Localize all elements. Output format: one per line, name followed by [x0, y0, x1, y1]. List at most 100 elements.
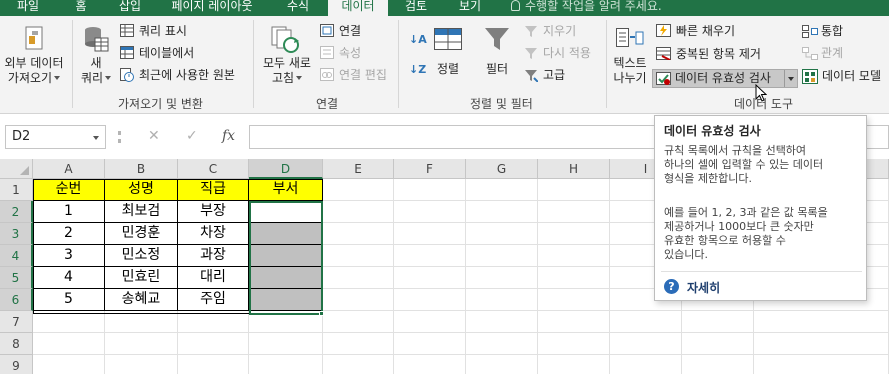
data-model-button[interactable]: 데이터 모델 [822, 69, 881, 83]
cell-a4[interactable]: 3 [33, 245, 105, 267]
tab-home[interactable]: 홈 [59, 0, 103, 16]
cell-h3[interactable] [538, 223, 610, 245]
cell-d2[interactable] [249, 201, 323, 223]
cell-c9[interactable] [178, 355, 249, 374]
cell-h8[interactable] [538, 333, 610, 355]
column-header-f[interactable]: F [394, 159, 466, 179]
chevron-down-icon[interactable] [788, 77, 794, 81]
cell-a1[interactable]: 순번 [33, 179, 105, 201]
cell-i8[interactable] [610, 333, 682, 355]
cell-f7[interactable] [394, 311, 466, 333]
cell-e8[interactable] [323, 333, 394, 355]
cell-e3[interactable] [323, 223, 394, 245]
cell-d8[interactable] [249, 333, 323, 355]
get-external-data-button[interactable]: 외부 데이터 가져오기 [2, 56, 66, 86]
cell-b6[interactable]: 송혜교 [105, 289, 178, 311]
column-header-h[interactable]: H [538, 159, 610, 179]
cell-c3[interactable]: 차장 [178, 223, 249, 245]
cell-d5[interactable] [249, 267, 323, 289]
cell-b8[interactable] [105, 333, 178, 355]
relationships-button[interactable]: 관계 [821, 46, 843, 60]
cell-i9[interactable] [610, 355, 682, 374]
from-table-button[interactable]: 테이블에서 [139, 46, 194, 60]
cell-c7[interactable] [178, 311, 249, 333]
cell-b1[interactable]: 성명 [105, 179, 178, 201]
tab-formulas[interactable]: 수식 [272, 0, 324, 16]
enter-entry-icon[interactable]: ✓ [186, 128, 198, 144]
cell-g7[interactable] [466, 311, 538, 333]
cell-d3[interactable] [249, 223, 323, 245]
data-validation-button[interactable]: 데이터 유효성 검사 [652, 69, 798, 88]
cell-c2[interactable]: 부장 [178, 201, 249, 223]
cell-a3[interactable]: 2 [33, 223, 105, 245]
connections-button[interactable]: 연결 [339, 24, 361, 38]
cell-f6[interactable] [394, 289, 466, 311]
cell-h1[interactable] [538, 179, 610, 201]
column-header-e[interactable]: E [323, 159, 394, 179]
show-queries-button[interactable]: 쿼리 표시 [139, 24, 187, 38]
refresh-all-button[interactable]: 모두 새로 고침 [258, 56, 316, 86]
row-header-3[interactable]: 3 [0, 223, 33, 245]
cell-a7[interactable] [33, 311, 105, 333]
tab-file[interactable]: 파일 [4, 0, 52, 16]
cell-f1[interactable] [394, 179, 466, 201]
cell-c8[interactable] [178, 333, 249, 355]
text-to-columns-button[interactable]: 텍스트 나누기 [609, 56, 651, 86]
column-header-c[interactable]: C [178, 159, 249, 179]
edit-links-button[interactable]: 연결 편집 [339, 68, 387, 82]
cell-j8[interactable] [682, 333, 754, 355]
row-header-8[interactable]: 8 [0, 333, 33, 355]
cell-e6[interactable] [323, 289, 394, 311]
cell-a2[interactable]: 1 [33, 201, 105, 223]
cell-e9[interactable] [323, 355, 394, 374]
cell-k9[interactable] [754, 355, 889, 374]
cell-e1[interactable] [323, 179, 394, 201]
sort-descending-icon[interactable]: ↓Z [409, 63, 426, 77]
tab-data[interactable]: 데이터 [328, 0, 388, 16]
cell-h7[interactable] [538, 311, 610, 333]
fill-handle[interactable] [319, 311, 324, 316]
cell-h6[interactable] [538, 289, 610, 311]
column-header-g[interactable]: G [466, 159, 538, 179]
cell-b2[interactable]: 최보검 [105, 201, 178, 223]
cell-d9[interactable] [249, 355, 323, 374]
cell-g5[interactable] [466, 267, 538, 289]
flash-fill-button[interactable]: 빠른 채우기 [676, 24, 735, 38]
cell-e4[interactable] [323, 245, 394, 267]
consolidate-button[interactable]: 통합 [821, 24, 843, 38]
cell-d1[interactable]: 부서 [249, 179, 323, 201]
insert-function-icon[interactable]: fx [222, 128, 235, 144]
cell-a9[interactable] [33, 355, 105, 374]
tab-page-layout[interactable]: 페이지 레이아웃 [159, 0, 265, 16]
filter-button[interactable]: 필터 [478, 62, 516, 77]
cell-g4[interactable] [466, 245, 538, 267]
row-header-9[interactable]: 9 [0, 355, 33, 374]
column-header-d[interactable]: D [249, 159, 323, 179]
cell-b7[interactable] [105, 311, 178, 333]
cell-c6[interactable]: 주임 [178, 289, 249, 311]
row-header-2[interactable]: 2 [0, 201, 33, 223]
cell-a5[interactable]: 4 [33, 267, 105, 289]
cell-j7[interactable] [682, 311, 754, 333]
cell-g9[interactable] [466, 355, 538, 374]
cell-f8[interactable] [394, 333, 466, 355]
remove-duplicates-button[interactable]: 중복된 항목 제거 [676, 47, 761, 61]
cancel-entry-icon[interactable]: ✕ [148, 128, 160, 144]
cell-a8[interactable] [33, 333, 105, 355]
select-all-button[interactable] [0, 159, 33, 179]
name-box[interactable]: D2 [5, 125, 106, 149]
cell-c5[interactable]: 대리 [178, 267, 249, 289]
cell-b9[interactable] [105, 355, 178, 374]
tab-insert[interactable]: 삽입 [108, 0, 152, 16]
cell-g3[interactable] [466, 223, 538, 245]
cell-f4[interactable] [394, 245, 466, 267]
sort-button[interactable]: 정렬 [430, 62, 466, 77]
cell-a6[interactable]: 5 [33, 289, 105, 311]
cell-g1[interactable] [466, 179, 538, 201]
cell-b5[interactable]: 민효린 [105, 267, 178, 289]
cell-d6[interactable] [249, 289, 323, 311]
properties-button[interactable]: 속성 [339, 46, 361, 60]
row-header-4[interactable]: 4 [0, 245, 33, 267]
cell-f3[interactable] [394, 223, 466, 245]
tab-review[interactable]: 검토 [392, 0, 440, 16]
